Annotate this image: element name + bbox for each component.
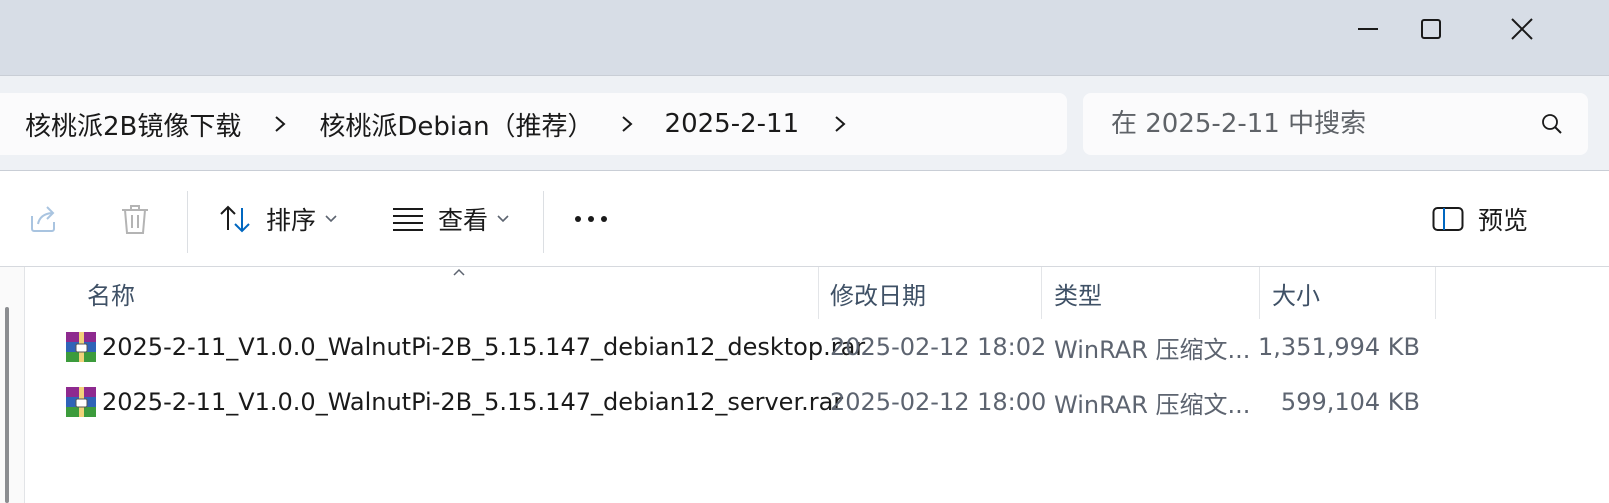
view-button[interactable]: 查看 [392, 171, 510, 267]
maximize-icon [1421, 19, 1441, 39]
maximize-button[interactable] [1386, 4, 1476, 54]
command-bar: 排序 查看 预览 [0, 171, 1609, 267]
toolbar-divider [187, 191, 188, 253]
sort-ascending-icon [453, 268, 465, 276]
more-icon [575, 216, 607, 222]
preview-pane-button[interactable]: 预览 [1432, 171, 1528, 267]
breadcrumb[interactable]: 核桃派2B镜像下载 核桃派Debian（推荐） 2025-2-11 [0, 93, 1067, 155]
close-icon [1511, 18, 1533, 40]
file-row[interactable]: 2025-2-11_V1.0.0_WalnutPi-2B_5.15.147_de… [60, 376, 1480, 428]
file-modified-date: 2025-02-12 18:02 [830, 333, 1047, 361]
file-size: 1,351,994 KB [1258, 333, 1420, 361]
view-list-icon [393, 208, 423, 231]
sort-label: 排序 [266, 206, 317, 235]
sort-button[interactable]: 排序 [218, 171, 338, 267]
breadcrumb-item-current-folder[interactable]: 2025-2-11 [665, 109, 800, 139]
search-box[interactable] [1083, 93, 1588, 155]
column-divider[interactable] [818, 267, 819, 319]
file-modified-date: 2025-02-12 18:00 [830, 388, 1047, 416]
chevron-right-icon[interactable] [829, 113, 851, 135]
trash-icon [122, 205, 148, 234]
search-icon[interactable] [1540, 112, 1564, 136]
search-input[interactable] [1111, 93, 1531, 155]
sort-icon [220, 205, 250, 233]
column-divider[interactable] [1259, 267, 1260, 319]
close-button[interactable] [1477, 4, 1567, 54]
toolbar-divider [543, 191, 544, 253]
address-bar-row: 核桃派2B镜像下载 核桃派Debian（推荐） 2025-2-11 [0, 75, 1609, 171]
file-name: 2025-2-11_V1.0.0_WalnutPi-2B_5.15.147_de… [102, 388, 844, 416]
delete-button[interactable] [119, 171, 151, 267]
share-button[interactable] [26, 171, 60, 267]
file-row[interactable]: 2025-2-11_V1.0.0_WalnutPi-2B_5.15.147_de… [60, 321, 1480, 373]
scrollbar-thumb[interactable] [5, 307, 9, 503]
column-header-name[interactable]: 名称 [87, 267, 135, 319]
share-icon [31, 206, 55, 232]
winrar-archive-icon [66, 332, 96, 362]
column-header-modified[interactable]: 修改日期 [830, 267, 926, 319]
title-bar [0, 0, 1609, 75]
breadcrumb-item-debian[interactable]: 核桃派Debian（推荐） [319, 106, 593, 143]
chevron-right-icon[interactable] [616, 113, 638, 135]
chevron-down-icon [497, 215, 509, 223]
breadcrumb-item-walnutpi-2b[interactable]: 核桃派2B镜像下载 [25, 106, 241, 143]
preview-pane-icon [1432, 207, 1464, 231]
winrar-archive-icon [66, 387, 96, 417]
file-name: 2025-2-11_V1.0.0_WalnutPi-2B_5.15.147_de… [102, 333, 866, 361]
more-options-button[interactable] [573, 171, 609, 267]
view-label: 查看 [438, 206, 489, 235]
file-list: 名称 修改日期 类型 大小 2025-2-11_V1.0.0_WalnutPi-… [0, 267, 1609, 503]
column-divider[interactable] [1041, 267, 1042, 319]
column-header-type[interactable]: 类型 [1054, 267, 1102, 319]
chevron-down-icon [325, 215, 337, 223]
file-size: 599,104 KB [1280, 388, 1420, 416]
minimize-icon [1358, 28, 1378, 30]
preview-label: 预览 [1478, 206, 1529, 235]
column-header-size[interactable]: 大小 [1272, 267, 1320, 319]
navigation-pane-edge [0, 267, 25, 503]
column-divider[interactable] [1435, 267, 1436, 319]
chevron-right-icon[interactable] [269, 113, 291, 135]
